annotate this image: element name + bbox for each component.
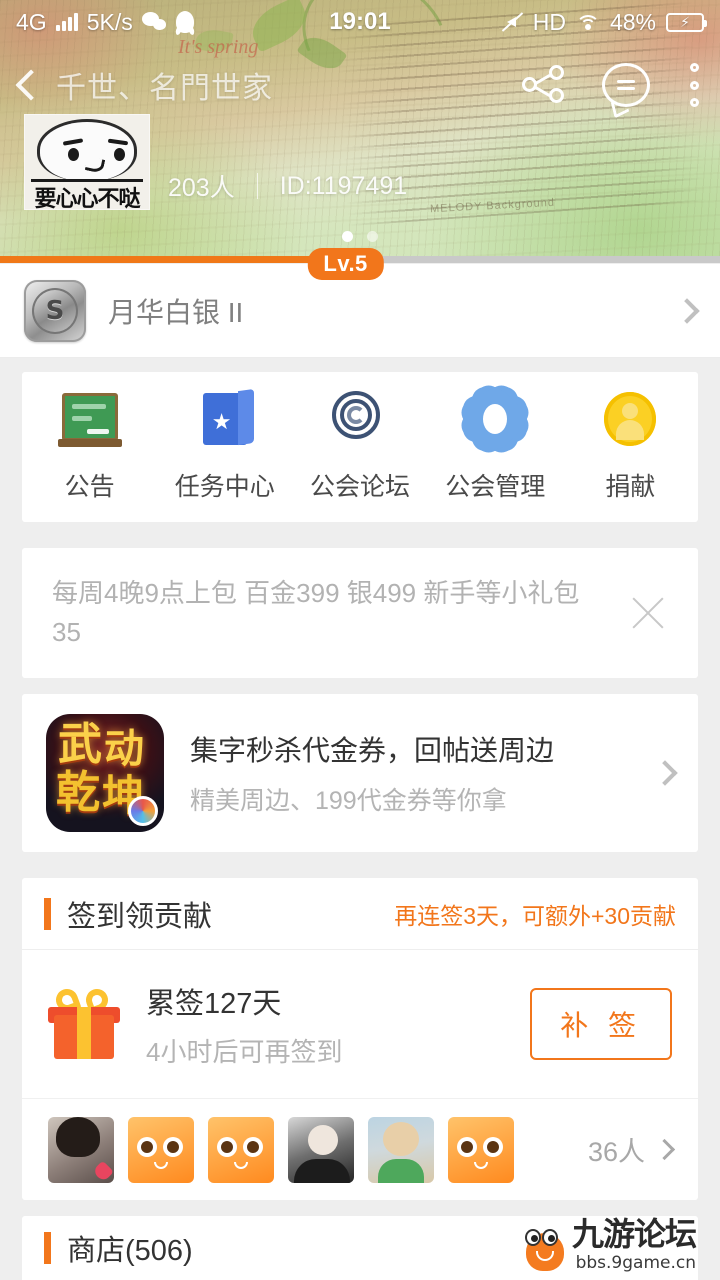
close-icon[interactable] — [628, 593, 668, 633]
quick-action-label: 任务中心 — [174, 473, 275, 501]
mute-icon — [501, 12, 523, 32]
game-icon-char: 动 — [104, 726, 144, 772]
battery-charging-icon: ⚡ — [666, 12, 707, 32]
quick-action-label: 公会管理 — [445, 473, 546, 501]
meta-divider — [256, 173, 258, 199]
quick-action-announcement[interactable]: 公告 — [22, 391, 157, 503]
donate-coin-icon — [598, 391, 662, 451]
quick-action-label: 公告 — [64, 473, 115, 501]
hd-label: HD — [532, 8, 566, 35]
section-accent-bar — [44, 1232, 51, 1264]
signin-text: 累签127天 4小时后可再签到 — [120, 980, 530, 1069]
chevron-right-icon[interactable] — [653, 1138, 676, 1161]
rank-name-label: 月华白银 II — [108, 296, 244, 328]
resign-button[interactable]: 补 签 — [530, 988, 672, 1060]
avatar[interactable] — [368, 1116, 434, 1183]
quick-action-label: 公会论坛 — [310, 473, 411, 501]
signin-next-time: 4小时后可再签到 — [146, 1036, 343, 1067]
game-badge-icon — [128, 796, 158, 826]
level-progress-fill — [0, 256, 346, 263]
rank-medal-icon: S — [24, 279, 86, 342]
quick-action-label: 捐献 — [605, 473, 656, 501]
promo-body: 集字秒杀代金券，回帖送周边 精美周边、199代金券等你拿 — [164, 729, 656, 817]
watermark-text: 九游论坛 bbs.9game.cn — [571, 1215, 697, 1273]
forum-spiral-icon — [328, 391, 392, 451]
section-accent-bar — [44, 897, 51, 930]
chevron-right-icon[interactable] — [674, 297, 700, 324]
signin-row: 累签127天 4小时后可再签到 补 签 — [22, 950, 698, 1098]
chevron-right-icon[interactable] — [652, 760, 678, 786]
signin-total-days: 累签127天 — [146, 987, 282, 1020]
quick-action-guild-management[interactable]: 公会管理 — [428, 391, 563, 503]
chat-bubble-icon[interactable] — [602, 63, 650, 107]
watermark-title: 九游论坛 — [571, 1215, 697, 1253]
carousel-dot-1[interactable] — [342, 231, 353, 242]
page-title: 千世、名門世家 — [56, 72, 273, 105]
task-book-icon: ★ — [193, 391, 257, 451]
avatar[interactable] — [288, 1116, 354, 1183]
nav-actions — [522, 63, 700, 107]
mascot-icon — [524, 1223, 566, 1273]
carousel-dot-2[interactable] — [367, 231, 378, 242]
watermark-url: bbs.9game.cn — [575, 1253, 696, 1273]
app-screen: It's spring MELODY Background 4G 5K/s 19… — [0, 0, 720, 1280]
guild-meta: 203人 ID:1197491 — [168, 168, 407, 204]
back-icon[interactable] — [15, 69, 47, 101]
avatar-face — [37, 119, 137, 181]
member-count-label: 203人 — [168, 174, 235, 202]
avatar[interactable] — [128, 1116, 194, 1183]
forum-watermark: 九游论坛 bbs.9game.cn — [524, 1215, 697, 1273]
status-bar: 4G 5K/s 19:01 HD 48% ⚡ — [0, 0, 720, 44]
network-type-label: 4G — [16, 8, 47, 35]
announcement-board-icon — [57, 391, 122, 451]
game-icon-char: 乾 — [56, 767, 100, 818]
avatar[interactable] — [448, 1116, 514, 1183]
guild-gear-icon — [463, 391, 527, 451]
signin-participants-row[interactable]: 36人 — [22, 1098, 698, 1200]
signin-section-title: 签到领贡献 — [67, 900, 213, 933]
wifi-icon — [575, 13, 600, 32]
avatar-caption: 要心心不哒 — [34, 187, 140, 210]
guild-id-label: ID:1197491 — [279, 171, 408, 200]
qq-icon — [175, 11, 194, 33]
rank-medal-letter: S — [45, 295, 65, 326]
status-bar-right: HD 48% ⚡ — [501, 8, 707, 36]
data-speed-label: 5K/s — [86, 8, 133, 35]
quick-action-forum[interactable]: 公会论坛 — [292, 391, 427, 503]
status-bar-left: 4G 5K/s — [16, 9, 194, 36]
avatar[interactable] — [48, 1116, 114, 1183]
game-icon-char: 武 — [58, 719, 102, 770]
guild-avatar[interactable]: 要心心不哒 — [24, 114, 150, 210]
overflow-menu-icon[interactable] — [688, 63, 700, 107]
quick-action-donate[interactable]: 捐献 — [563, 391, 698, 503]
promo-subtitle: 精美周边、199代金券等你拿 — [190, 787, 507, 815]
level-badge: Lv.5 — [307, 248, 384, 280]
game-icon: 武 动 乾 坤 — [46, 714, 164, 832]
signal-bars-icon — [55, 13, 78, 31]
shop-section-title: 商店(506) — [67, 1235, 193, 1267]
carousel-dots[interactable] — [0, 231, 720, 242]
battery-percent-label: 48% — [609, 8, 656, 35]
announcement-text: 每周4晚9点上包 百金399 银499 新手等小礼包35 — [52, 578, 580, 647]
quick-actions-grid: 公告 ★ 任务中心 公会论坛 公会管理 捐献 — [22, 372, 698, 522]
signin-hint-label: 再连签3天，可额外+30贡献 — [394, 902, 676, 929]
wechat-icon — [141, 12, 167, 32]
announcement-card[interactable]: 每周4晚9点上包 百金399 银499 新手等小礼包35 — [22, 548, 698, 678]
gift-icon — [48, 985, 120, 1059]
quick-action-task-center[interactable]: ★ 任务中心 — [157, 391, 292, 503]
game-promo-card[interactable]: 武 动 乾 坤 集字秒杀代金券，回帖送周边 精美周边、199代金券等你拿 — [22, 694, 698, 852]
signin-section-header: 签到领贡献 再连签3天，可额外+30贡献 — [22, 878, 698, 950]
navigation-bar: 千世、名門世家 — [0, 50, 720, 120]
promo-title: 集字秒杀代金券，回帖送周边 — [190, 735, 555, 766]
participants-count-label: 36人 — [587, 1137, 645, 1167]
participants-count[interactable]: 36人 — [587, 1130, 676, 1169]
avatar[interactable] — [208, 1116, 274, 1183]
share-icon[interactable] — [522, 65, 564, 105]
